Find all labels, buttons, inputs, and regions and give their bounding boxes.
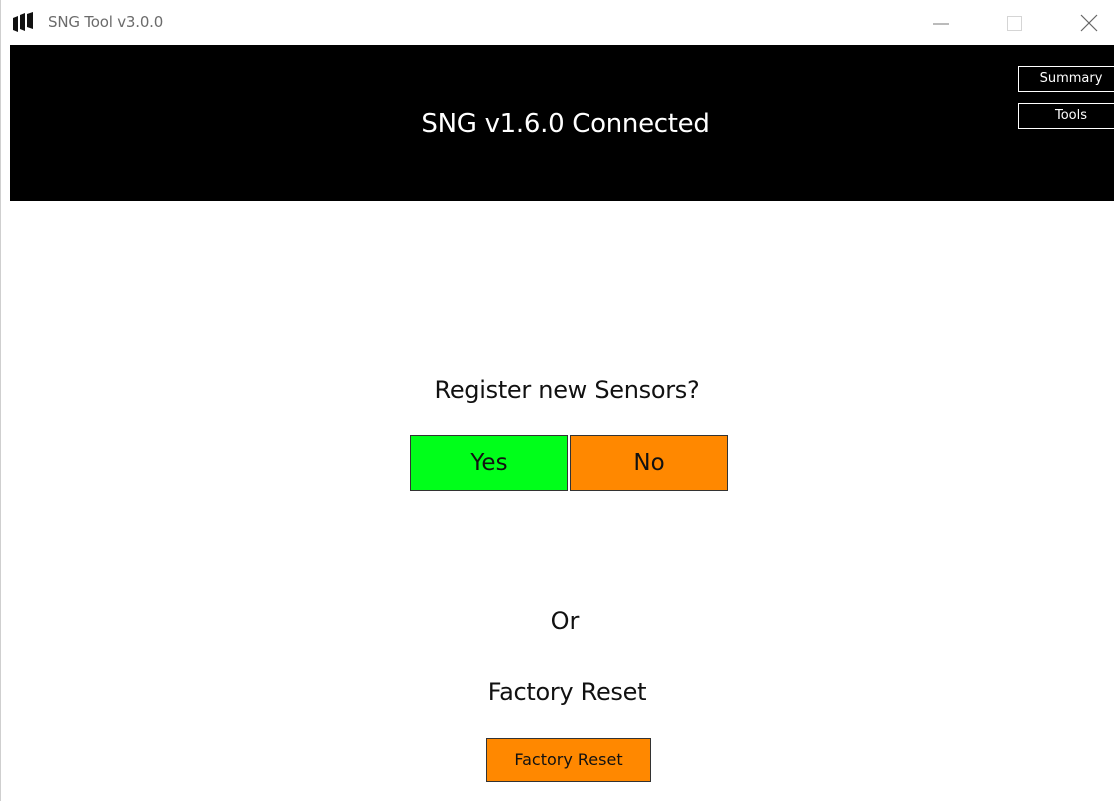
maximize-icon[interactable] — [991, 0, 1037, 45]
header-bar: SNG v1.6.0 Connected Summary Tools — [10, 45, 1114, 201]
close-icon[interactable] — [1065, 0, 1111, 45]
title-bar[interactable]: SNG Tool v3.0.0 — [1, 0, 1114, 45]
app-window: SNG Tool v3.0.0 SNG v1.6.0 Connected Sum… — [0, 0, 1114, 801]
register-prompt: Register new Sensors? — [434, 376, 700, 404]
tools-button[interactable]: Tools — [1018, 103, 1114, 129]
minimize-icon[interactable] — [918, 0, 964, 45]
yes-button[interactable]: Yes — [410, 435, 568, 491]
app-logo-icon — [13, 12, 35, 32]
or-separator: Or — [550, 607, 580, 635]
no-button[interactable]: No — [570, 435, 728, 491]
window-title: SNG Tool v3.0.0 — [48, 13, 164, 31]
summary-button[interactable]: Summary — [1018, 66, 1114, 92]
factory-reset-heading: Factory Reset — [487, 678, 647, 706]
factory-reset-button[interactable]: Factory Reset — [486, 738, 651, 782]
connection-status: SNG v1.6.0 Connected — [421, 109, 710, 139]
